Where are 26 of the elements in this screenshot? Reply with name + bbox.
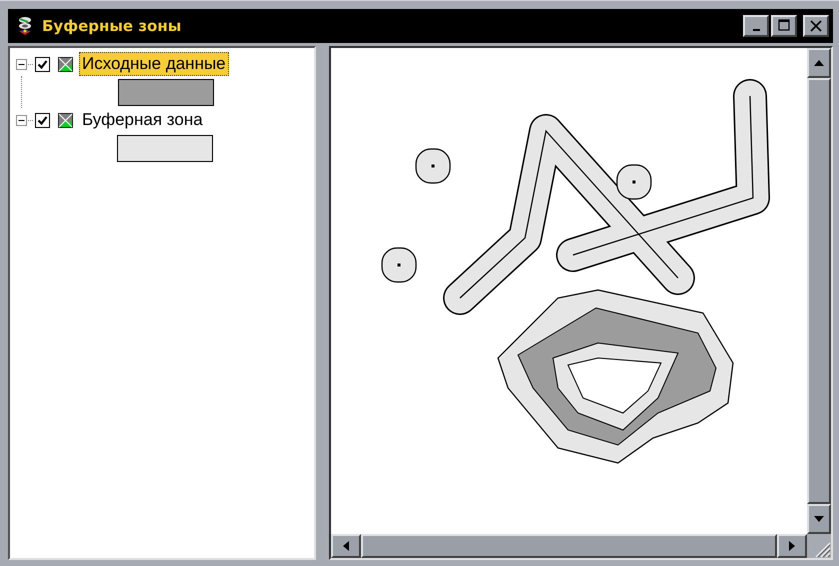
visibility-checkbox[interactable]	[35, 56, 50, 72]
maximize-icon	[778, 19, 790, 31]
layer-icon	[58, 112, 73, 128]
scroll-right-button[interactable]	[777, 534, 807, 558]
scroll-down-button[interactable]	[807, 504, 831, 534]
layer-icon	[58, 56, 73, 72]
layer-name[interactable]: Буферная зона	[79, 108, 206, 132]
horizontal-scrollbar[interactable]	[331, 534, 807, 558]
visibility-checkbox[interactable]	[35, 112, 50, 128]
close-icon	[810, 20, 822, 32]
right-arrow-icon	[789, 541, 795, 551]
window-title: Буферные зоны	[42, 17, 182, 35]
collapse-icon[interactable]	[16, 58, 27, 70]
minimize-button[interactable]	[743, 15, 769, 37]
left-arrow-icon	[343, 541, 349, 551]
vertical-scrollbar[interactable]	[807, 48, 831, 534]
scroll-up-button[interactable]	[807, 48, 831, 78]
down-arrow-icon	[814, 516, 824, 522]
scroll-left-button[interactable]	[331, 534, 361, 558]
app-icon	[16, 16, 34, 36]
layer-name[interactable]: Исходные данные	[79, 52, 229, 76]
collapse-icon[interactable]	[16, 114, 27, 126]
close-button[interactable]	[803, 15, 829, 37]
maximize-button[interactable]	[771, 15, 797, 37]
up-arrow-icon	[814, 60, 824, 66]
minimize-icon	[752, 29, 760, 31]
